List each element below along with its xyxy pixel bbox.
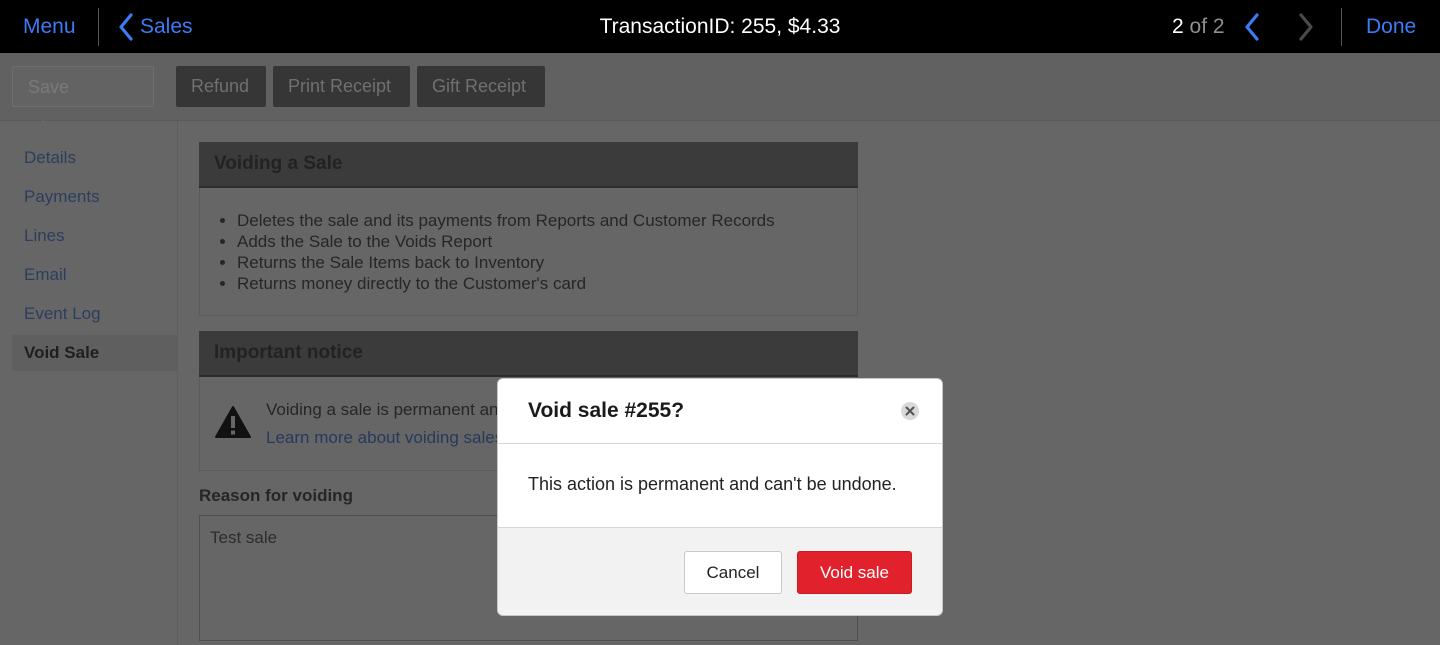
sidebar-item-lines[interactable]: Lines <box>12 218 178 254</box>
chevron-left-icon <box>119 12 133 41</box>
action-toolbar: Save Changes Refund Print Receipt Gift R… <box>0 53 1440 138</box>
list-item: Returns money directly to the Customer's… <box>237 273 775 294</box>
list-item: Adds the Sale to the Voids Report <box>237 231 775 252</box>
refund-button[interactable]: Refund <box>176 66 266 107</box>
close-button[interactable] <box>901 402 919 420</box>
dialog-footer: Cancel Void sale <box>498 528 942 615</box>
nav-divider <box>1341 8 1342 46</box>
notice-section-header: Important notice <box>199 331 858 377</box>
sidebar-item-payments[interactable]: Payments <box>12 179 178 215</box>
dialog-title: Void sale #255? <box>528 399 685 422</box>
notice-text: Voiding a sale is permanent and <box>266 400 508 419</box>
back-to-sales-button[interactable]: Sales <box>118 0 193 53</box>
learn-more-link[interactable]: Learn more about voiding sales <box>266 428 503 448</box>
nav-divider <box>98 8 99 46</box>
close-icon <box>905 406 915 416</box>
back-label: Sales <box>140 15 193 38</box>
sidebar: Details Payments Lines Email Event Log V… <box>0 121 178 645</box>
dialog-message: This action is permanent and can't be un… <box>528 474 897 494</box>
sidebar-item-email[interactable]: Email <box>12 257 178 293</box>
warning-icon <box>215 406 251 438</box>
menu-button[interactable]: Menu <box>23 0 76 53</box>
pager-total: of 2 <box>1183 15 1225 38</box>
previous-transaction-button[interactable] <box>1242 13 1262 41</box>
save-changes-button[interactable]: Save Changes <box>12 66 154 138</box>
print-receipt-button[interactable]: Print Receipt <box>273 66 410 107</box>
list-item: Returns the Sale Items back to Inventory <box>237 252 775 273</box>
voiding-effects-list: Deletes the sale and its payments from R… <box>237 210 775 294</box>
reason-label: Reason for voiding <box>199 486 353 505</box>
gift-receipt-button[interactable]: Gift Receipt <box>417 66 545 107</box>
dialog-header: Void sale #255? <box>498 379 942 444</box>
next-transaction-button[interactable] <box>1296 13 1316 41</box>
voiding-section-header: Voiding a Sale <box>199 142 858 188</box>
sidebar-item-void-sale[interactable]: Void Sale <box>12 335 178 371</box>
cancel-button[interactable]: Cancel <box>684 551 782 594</box>
top-nav-bar: Menu Sales TransactionID: 255, $4.33 2 o… <box>0 0 1440 53</box>
pager-indicator: 2 of 2 <box>1172 0 1225 53</box>
dialog-body: This action is permanent and can't be un… <box>498 444 942 528</box>
list-item: Deletes the sale and its payments from R… <box>237 210 775 231</box>
pager-current: 2 <box>1172 15 1184 38</box>
sidebar-item-details[interactable]: Details <box>12 140 178 176</box>
sidebar-item-event-log[interactable]: Event Log <box>12 296 178 332</box>
void-sale-button[interactable]: Void sale <box>797 551 912 594</box>
void-sale-dialog: Void sale #255? This action is permanent… <box>497 378 943 616</box>
done-button[interactable]: Done <box>1366 0 1416 53</box>
